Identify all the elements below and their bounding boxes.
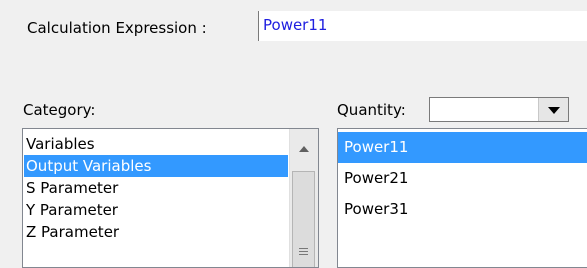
quantity-listbox[interactable]: Power11 Power21 Power31 <box>337 128 587 268</box>
scroll-grip-icon <box>299 248 308 257</box>
category-items: Variables Output Variables S Parameter Y… <box>24 133 288 243</box>
quantity-item-power11[interactable]: Power11 <box>338 132 587 163</box>
chevron-down-icon <box>548 107 560 114</box>
category-item-variables[interactable]: Variables <box>24 133 288 155</box>
quantity-dropdown-button[interactable] <box>538 98 568 121</box>
scroll-thumb[interactable] <box>292 171 315 267</box>
category-label: Category: <box>23 101 96 119</box>
quantity-item-power21[interactable]: Power21 <box>338 163 587 194</box>
category-item-z-parameter[interactable]: Z Parameter <box>24 221 288 243</box>
quantity-select[interactable] <box>429 97 569 122</box>
category-item-output-variables[interactable]: Output Variables <box>24 155 288 177</box>
quantity-item-power31[interactable]: Power31 <box>338 194 587 225</box>
category-scrollbar[interactable] <box>289 129 318 267</box>
calculation-expression-input[interactable]: Power11 <box>258 11 587 41</box>
scroll-up-arrow-icon[interactable] <box>290 129 318 169</box>
calculation-expression-label: Calculation Expression : <box>27 19 207 37</box>
quantity-label: Quantity: <box>337 101 406 119</box>
category-listbox[interactable]: Variables Output Variables S Parameter Y… <box>22 128 319 268</box>
category-item-s-parameter[interactable]: S Parameter <box>24 177 288 199</box>
category-item-y-parameter[interactable]: Y Parameter <box>24 199 288 221</box>
quantity-items: Power11 Power21 Power31 <box>338 132 587 225</box>
